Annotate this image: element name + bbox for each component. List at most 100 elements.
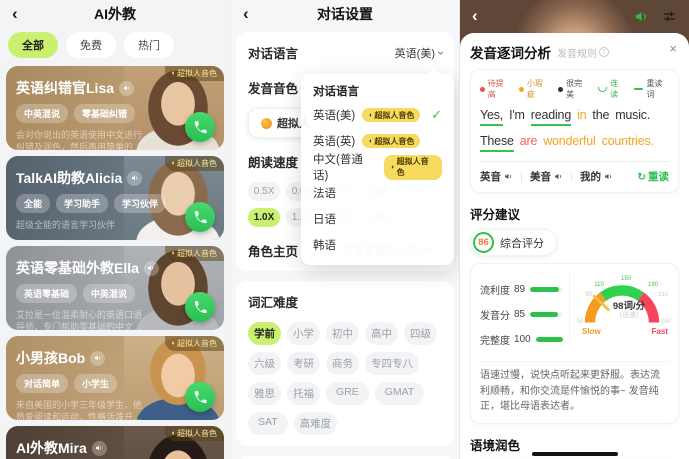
- re-read-button[interactable]: ↻重读: [637, 169, 669, 184]
- sentence-line: These are wonderful countries.: [480, 134, 669, 152]
- pronunciation-rules-link[interactable]: 发音规则?: [557, 45, 609, 60]
- call-button[interactable]: [185, 382, 215, 412]
- language-select[interactable]: 英语(美)‹: [395, 45, 442, 61]
- vocab-chip[interactable]: 托福: [287, 382, 320, 405]
- tutor-name: TalkAI助教Alicia: [16, 168, 122, 188]
- speed-chip-selected[interactable]: 1.0X: [248, 208, 280, 227]
- home-indicator[interactable]: [532, 452, 618, 457]
- dropdown-option-fr[interactable]: 法语: [313, 180, 442, 206]
- tutor-name: 小男孩Bob: [16, 348, 85, 368]
- speaker-icon[interactable]: [90, 351, 105, 366]
- voice-badge: ◖超拟人音色: [362, 108, 420, 122]
- divider: [521, 172, 522, 182]
- tune-icon[interactable]: [662, 9, 677, 24]
- red-dot-icon: [480, 87, 485, 92]
- voice-wave-icon: ◖: [390, 164, 394, 171]
- vocab-chip[interactable]: SAT: [248, 412, 288, 435]
- call-button[interactable]: [185, 292, 215, 322]
- play-mine-button[interactable]: 我的: [580, 169, 613, 184]
- dropdown-option-zh[interactable]: 中文(普通话) ◖超拟人音色: [313, 154, 442, 180]
- tutor-card-lisa[interactable]: ◖超拟人音色 英语纠错官Lisa 中英混说零基础纠错 会对你说出的英语使用中文进…: [6, 66, 224, 150]
- vocab-chip[interactable]: GMAT: [375, 382, 425, 405]
- tutor-name: 英语纠错官Lisa: [16, 78, 114, 98]
- word[interactable]: These: [480, 134, 514, 152]
- tutor-tag: 零基础纠错: [74, 104, 135, 123]
- liaison-arc-icon: [598, 87, 607, 92]
- word[interactable]: Yes,: [480, 108, 503, 126]
- word[interactable]: reading: [531, 108, 571, 126]
- word[interactable]: wonderful: [543, 134, 595, 152]
- speaker-on-icon[interactable]: [634, 9, 649, 24]
- tutor-card-alicia[interactable]: ◖超拟人音色 TalkAI助教Alicia 全能学习助手学习伙伴 超级全能的语言…: [6, 156, 224, 240]
- tutor-tag: 对话简单: [16, 374, 68, 393]
- call-button[interactable]: [185, 112, 215, 142]
- play-american-button[interactable]: 美音: [530, 169, 563, 184]
- voice-wave-icon: ◖: [171, 250, 175, 258]
- tutor-desc: 会对你说出的英语使用中文进行纠错及润色，然后再用简单的英语维持...: [16, 129, 144, 150]
- word[interactable]: in: [577, 108, 586, 126]
- voice-badge: ◖超拟人音色: [384, 155, 442, 180]
- tutor-desc: 超级全能的语言学习伙伴: [16, 219, 144, 231]
- voice-badge: ◖超拟人音色: [165, 426, 224, 441]
- vocab-chip[interactable]: 高中: [365, 322, 398, 345]
- voice-badge: ◖超拟人音色: [362, 134, 420, 148]
- back-icon[interactable]: ‹: [12, 4, 18, 24]
- voice-wave-icon: ◖: [368, 138, 372, 145]
- vocab-chip[interactable]: 小学: [287, 322, 320, 345]
- tab-hot[interactable]: 热门: [124, 32, 174, 58]
- vocab-chip[interactable]: 高难度: [294, 412, 338, 435]
- score-detail-card: 流利度89 发音分85 完整度100: [470, 263, 679, 424]
- word[interactable]: countries.: [602, 134, 654, 152]
- speaker-icon[interactable]: [119, 81, 134, 96]
- page-title: 对话设置: [317, 4, 373, 24]
- vocab-chip[interactable]: 商务: [326, 352, 359, 375]
- vocab-chip[interactable]: 雅思: [248, 382, 281, 405]
- overall-score-value: 86: [473, 232, 494, 253]
- vocab-chip[interactable]: 初中: [326, 322, 359, 345]
- tutor-card-mira[interactable]: ◖超拟人音色 AI外教Mira: [6, 426, 224, 459]
- call-button[interactable]: [185, 202, 215, 232]
- score-advice-text: 语速过慢，说快点听起来更舒服。表达流利顺畅，和你交流是件愉悦的事~ 发音纯正，堪…: [480, 361, 669, 415]
- dropdown-option-ja[interactable]: 日语: [313, 206, 442, 232]
- dropdown-header: 对话语言: [313, 83, 442, 99]
- vocab-chip[interactable]: 考研: [287, 352, 320, 375]
- speaker-icon[interactable]: [127, 171, 142, 186]
- word[interactable]: I'm: [509, 108, 525, 126]
- tutor-name: 英语零基础外教Ella: [16, 258, 139, 278]
- check-icon: ✓: [431, 107, 442, 123]
- tutor-card-ella[interactable]: ◖超拟人音色 英语零基础外教Ella 英语零基础中英混说 艾拉是一位温柔耐心的英…: [6, 246, 224, 330]
- tutor-tag: 学习助手: [56, 194, 108, 213]
- tutor-card-bob[interactable]: ◖超拟人音色 小男孩Bob 对话简单小学生 来自美国的小学三年级学生，他热爱阅读…: [6, 336, 224, 420]
- panel-pronunciation-analysis: ‹ 发音逐词分析 发音规则? × 待提高 小瑕疵 很完美 连读 重读词: [459, 0, 689, 459]
- tab-free[interactable]: 免费: [66, 32, 116, 58]
- vocab-chip[interactable]: GRE: [326, 382, 369, 405]
- redo-icon: ↻: [637, 171, 646, 183]
- dropdown-option-en-us[interactable]: 英语(美) ◖超拟人音色 ✓: [313, 102, 442, 128]
- vocab-label: 词汇难度: [248, 296, 298, 310]
- close-icon[interactable]: ×: [669, 41, 677, 56]
- voice-wave-icon: ◖: [171, 430, 175, 438]
- dropdown-option-ko[interactable]: 韩语: [313, 232, 442, 258]
- vocab-chip[interactable]: 六级: [248, 352, 281, 375]
- page-title: AI外教: [94, 4, 136, 24]
- tutor-name: AI外教Mira: [16, 438, 87, 458]
- speed-chip[interactable]: 0.5X: [248, 182, 280, 201]
- vocab-chip[interactable]: 专四专八: [365, 352, 419, 375]
- vocab-chip-selected[interactable]: 学前: [248, 322, 281, 345]
- score-bar-completeness: 完整度100: [480, 332, 563, 347]
- speaker-icon[interactable]: [92, 441, 107, 456]
- word[interactable]: music.: [615, 108, 650, 126]
- back-icon[interactable]: ‹: [472, 6, 478, 26]
- voice-timbre-label: 发音音色: [248, 82, 298, 96]
- word[interactable]: are: [520, 134, 537, 152]
- back-icon[interactable]: ‹: [243, 4, 249, 24]
- word[interactable]: the: [592, 108, 609, 126]
- voice-wave-icon: ◖: [171, 70, 175, 78]
- play-british-button[interactable]: 英音: [480, 169, 513, 184]
- speaker-icon[interactable]: [144, 261, 159, 276]
- tutor-cards: ◖超拟人音色 英语纠错官Lisa 中英混说零基础纠错 会对你说出的英语使用中文进…: [0, 64, 230, 459]
- vocab-chip[interactable]: 四级: [404, 322, 437, 345]
- word-analysis-card: 待提高 小瑕疵 很完美 连读 重读词 Yes, I'm reading in t…: [470, 69, 679, 193]
- chevron-down-icon: ‹: [433, 51, 447, 55]
- tab-all[interactable]: 全部: [8, 32, 58, 58]
